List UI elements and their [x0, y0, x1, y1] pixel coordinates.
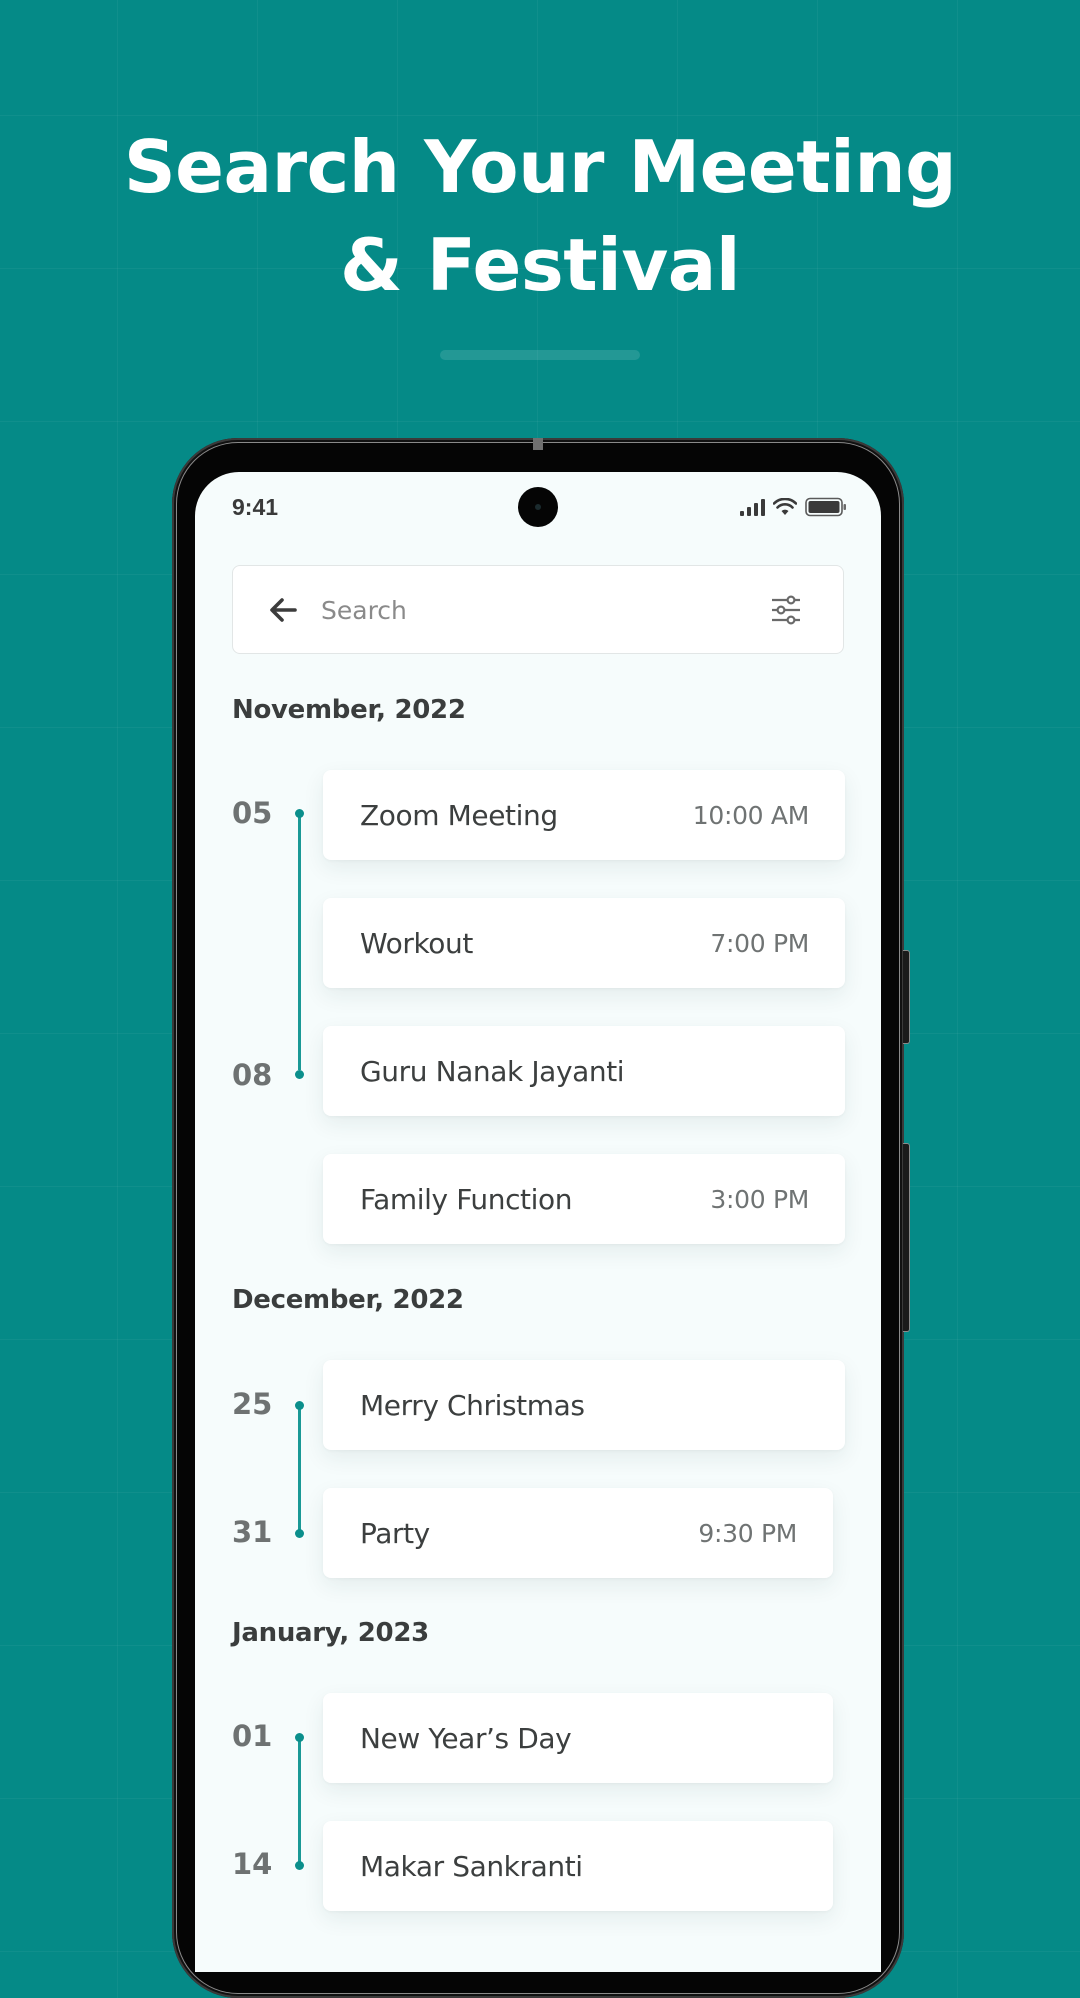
- event-date: 25: [232, 1387, 273, 1421]
- event-title: Zoom Meeting: [360, 798, 558, 832]
- event-card[interactable]: Makar Sankranti: [323, 1821, 833, 1911]
- event-title: Merry Christmas: [360, 1388, 585, 1422]
- phone-antenna-band: [533, 438, 543, 450]
- timeline-dot: [295, 1733, 304, 1742]
- event-card[interactable]: Workout 7:00 PM: [323, 898, 845, 988]
- signal-icon: [740, 498, 765, 516]
- timeline-dot: [295, 1861, 304, 1870]
- event-time: 9:30 PM: [698, 1518, 797, 1548]
- event-time: 7:00 PM: [710, 928, 809, 958]
- event-card[interactable]: Party 9:30 PM: [323, 1488, 833, 1578]
- timeline-line: [298, 813, 301, 1070]
- event-title: Guru Nanak Jayanti: [360, 1054, 625, 1088]
- phone-power-button: [903, 950, 910, 1044]
- event-card[interactable]: Zoom Meeting 10:00 AM: [323, 770, 845, 860]
- status-time: 9:41: [232, 494, 279, 520]
- event-title: Workout: [360, 926, 473, 960]
- wifi-icon: [773, 498, 797, 515]
- arrow-left-icon[interactable]: [267, 594, 299, 626]
- divider-pill: [440, 350, 640, 360]
- event-date: 05: [232, 796, 273, 830]
- month-header: December, 2022: [232, 1285, 464, 1315]
- headline-line-2: & Festival: [339, 223, 741, 307]
- phone-screen: 9:41 Search November, 2022 05 Zoom Meeti…: [195, 472, 881, 1972]
- timeline-dot: [295, 809, 304, 818]
- timeline-dot: [295, 1401, 304, 1410]
- month-header: November, 2022: [232, 695, 466, 725]
- headline-line-1: Search Your Meeting: [123, 125, 957, 209]
- timeline-dot: [295, 1529, 304, 1538]
- month-header: January, 2023: [232, 1618, 429, 1648]
- event-date: 08: [232, 1058, 273, 1092]
- event-title: New Year’s Day: [360, 1721, 572, 1755]
- event-time: 10:00 AM: [692, 800, 810, 830]
- front-camera: [518, 487, 558, 527]
- event-title: Makar Sankranti: [360, 1849, 583, 1883]
- event-card[interactable]: Guru Nanak Jayanti: [323, 1026, 845, 1116]
- event-date: 31: [232, 1515, 273, 1549]
- status-icons: [740, 496, 847, 518]
- battery-icon: [805, 497, 846, 517]
- sliders-icon[interactable]: [769, 593, 803, 627]
- event-card[interactable]: New Year’s Day: [323, 1693, 833, 1783]
- event-card[interactable]: Family Function 3:00 PM: [323, 1154, 845, 1244]
- search-bar: [232, 565, 844, 654]
- event-time: 3:00 PM: [710, 1184, 809, 1214]
- event-title: Family Function: [360, 1182, 573, 1216]
- event-title: Party: [360, 1516, 430, 1550]
- timeline-dot: [295, 1070, 304, 1079]
- phone-volume-button: [903, 1143, 910, 1332]
- timeline-line: [298, 1737, 301, 1865]
- timeline-line: [298, 1405, 301, 1533]
- event-date: 01: [232, 1719, 273, 1753]
- event-date: 14: [232, 1847, 273, 1881]
- headline: Search Your Meeting & Festival: [0, 118, 1080, 314]
- search-input[interactable]: [321, 588, 741, 632]
- event-card[interactable]: Merry Christmas: [323, 1360, 845, 1450]
